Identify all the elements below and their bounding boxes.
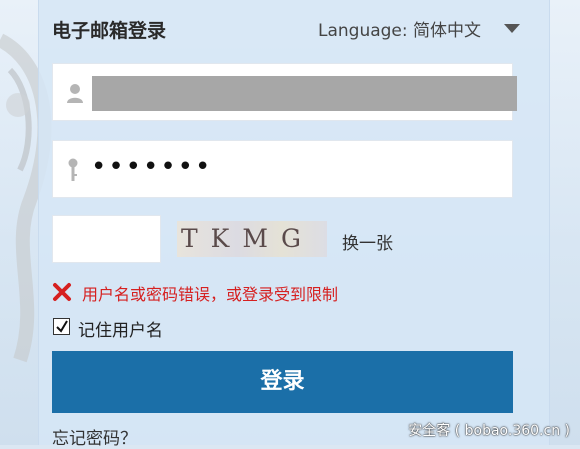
login-button[interactable]: 登录: [52, 351, 513, 413]
chevron-down-icon[interactable]: [504, 24, 520, 33]
remember-checkbox[interactable]: [53, 318, 70, 335]
forgot-password-link[interactable]: 忘记密码？: [52, 424, 137, 449]
language-label: Language:: [318, 21, 408, 41]
password-value: •••••••: [91, 152, 213, 182]
error-text: 用户名或密码错误，或登录受到限制: [82, 285, 339, 304]
page-title: 电子邮箱登录: [52, 20, 167, 42]
captcha-refresh-link[interactable]: 换一张: [342, 229, 393, 254]
user-icon: [67, 84, 83, 103]
key-icon: [68, 158, 78, 181]
remember-label[interactable]: 记住用户名: [78, 316, 163, 341]
username-redacted: [92, 76, 517, 111]
watermark: 安全客 ( bobao.360.cn ): [408, 423, 570, 439]
password-field[interactable]: •••••••: [52, 140, 513, 198]
username-field[interactable]: [52, 63, 517, 121]
language-value: 简体中文: [413, 21, 482, 41]
error-x-icon: [53, 283, 71, 301]
captcha-image: TKMG: [177, 221, 327, 257]
language-selector[interactable]: Language: 简体中文: [318, 16, 481, 41]
checkmark-icon: [56, 320, 68, 333]
captcha-input[interactable]: [52, 215, 161, 263]
